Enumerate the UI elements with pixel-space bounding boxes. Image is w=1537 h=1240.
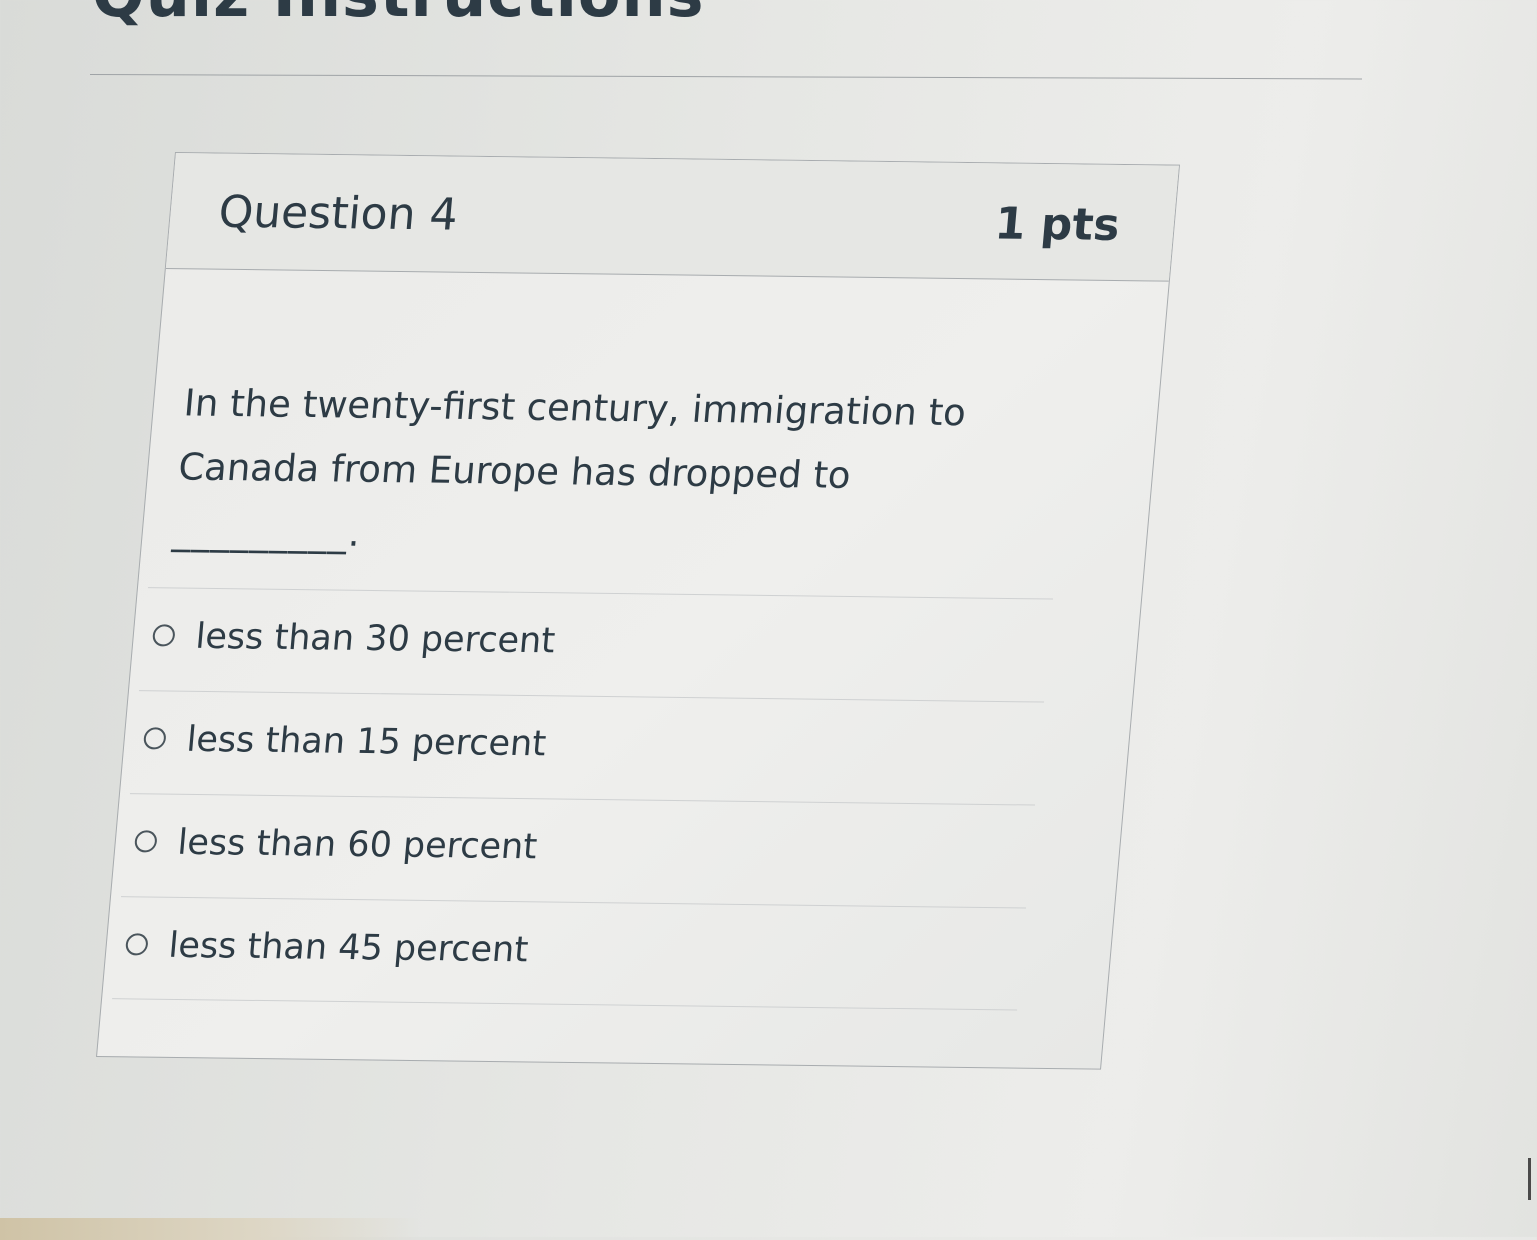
question-header: Question 4 1 pts — [165, 153, 1179, 282]
answer-option[interactable]: less than 15 percent — [130, 690, 1045, 805]
radio-button[interactable] — [124, 933, 149, 956]
question-text: In the twenty-first century, immigration… — [170, 371, 1007, 573]
answer-label[interactable]: less than 30 percent — [194, 617, 557, 662]
answer-label[interactable]: less than 15 percent — [185, 720, 548, 765]
answer-option[interactable]: less than 60 percent — [121, 793, 1036, 908]
answer-list: less than 30 percent less than 15 percen… — [112, 587, 1054, 1011]
question-card: Question 4 1 pts In the twenty-first cen… — [95, 152, 1180, 1070]
question-prompt: In the twenty-first century, immigration… — [176, 381, 968, 497]
text-cursor-icon — [1528, 1158, 1531, 1200]
radio-button[interactable] — [142, 727, 167, 750]
answer-label[interactable]: less than 60 percent — [176, 823, 539, 868]
radio-button[interactable] — [151, 624, 176, 647]
question-points: 1 pts — [992, 198, 1122, 251]
heading-divider — [89, 74, 1362, 80]
answer-label[interactable]: less than 45 percent — [167, 926, 530, 971]
radio-button[interactable] — [133, 830, 158, 853]
question-title: Question 4 — [216, 186, 460, 241]
fill-in-blank: _________. — [171, 509, 364, 555]
answer-option[interactable]: less than 45 percent — [112, 896, 1027, 1011]
answer-option[interactable]: less than 30 percent — [139, 587, 1054, 702]
page-heading: Quiz Instructions — [92, 0, 705, 31]
